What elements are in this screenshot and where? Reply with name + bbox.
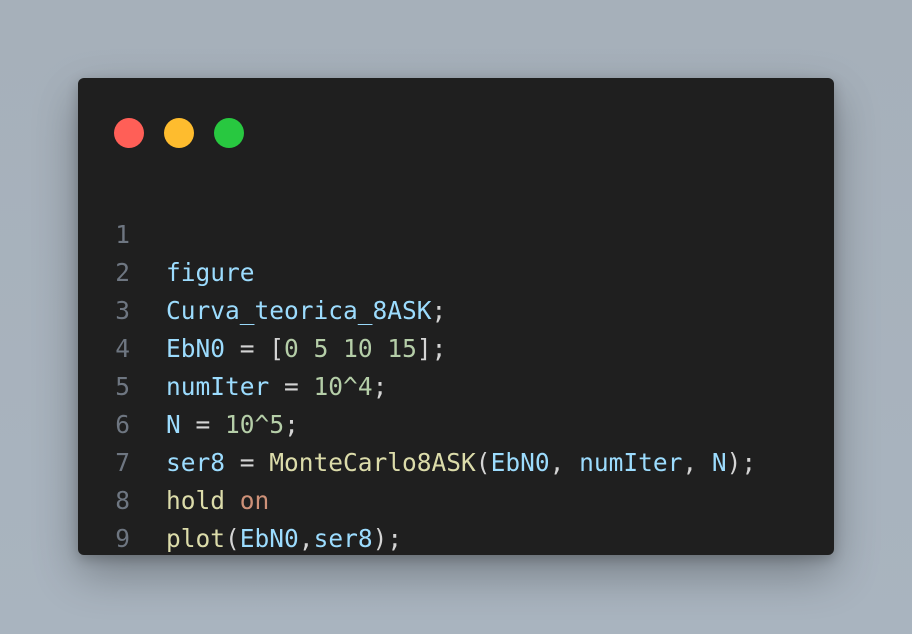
code-window: 1 figure 2 Curva_teorica_8ASK; 3 EbN0 = … (78, 78, 834, 555)
line-number: 9 (115, 524, 130, 553)
minimize-window-icon[interactable] (164, 118, 194, 148)
code-line: 5 N = 10^5; (78, 330, 834, 439)
code-line: 7 hold on (78, 406, 834, 515)
code-token: EbN0 (239, 524, 299, 553)
code-token: ( (225, 524, 240, 553)
code-line: 6 ser8 = MonteCarlo8ASK(EbN0, numIter, N… (78, 368, 834, 477)
code-line: 8 plot(EbN0,ser8); (78, 444, 834, 553)
code-line: 9 (78, 482, 834, 553)
code-token: ); (372, 524, 403, 553)
code-token: plot (166, 524, 226, 553)
code-block: 1 figure 2 Curva_teorica_8ASK; 3 EbN0 = … (78, 178, 834, 553)
close-window-icon[interactable] (114, 118, 144, 148)
code-token: ser8 (313, 524, 373, 553)
code-line: 3 EbN0 = [0 5 10 15]; (78, 254, 834, 363)
maximize-window-icon[interactable] (214, 118, 244, 148)
code-line: 1 figure (78, 178, 834, 287)
code-token: , (298, 524, 314, 553)
code-line: 2 Curva_teorica_8ASK; (78, 216, 834, 325)
code-line: 4 numIter = 10^4; (78, 292, 834, 401)
